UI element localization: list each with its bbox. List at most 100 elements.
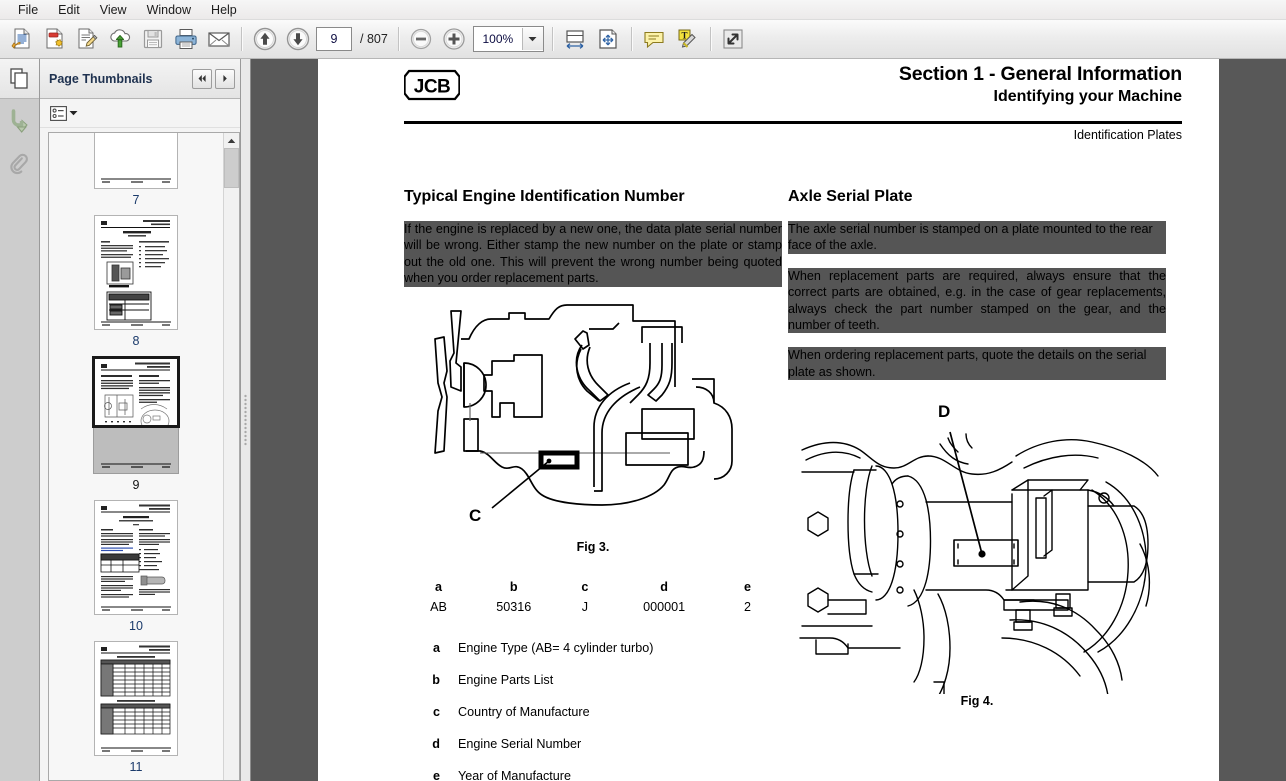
page-thumbnails-scroll-area[interactable]: 7 8 9 10 11: [48, 132, 240, 781]
current-page-input[interactable]: 9: [316, 27, 352, 51]
upload-document-button[interactable]: [103, 23, 136, 56]
email-document-button[interactable]: [202, 23, 235, 56]
figure-4-callout-d: D: [938, 402, 951, 422]
options-list-icon: [50, 105, 67, 121]
envelope-mail-icon: [207, 32, 230, 47]
chevron-down-icon: [528, 37, 537, 42]
list-item: d Engine Serial Number: [404, 736, 782, 752]
zoom-level-dropdown-button[interactable]: [521, 28, 543, 50]
thumbnail-selection-band[interactable]: [93, 428, 179, 474]
engine-diagram-illustration: [434, 303, 733, 509]
figure-3: C Fig 3.: [404, 301, 782, 554]
highlight-text-icon: T: [678, 29, 697, 48]
double-chevron-left-icon: [198, 75, 206, 82]
previous-page-button[interactable]: [248, 23, 281, 56]
total-pages-label: / 807: [360, 32, 388, 46]
undo-arrow-icon: [11, 109, 28, 133]
axle-paragraph-2: When replacement parts are required, alw…: [788, 267, 1166, 334]
pdf-page: JCB Section 1 - General Information Iden…: [318, 59, 1219, 781]
page-title: Section 1 - General Information: [898, 63, 1182, 85]
page-separator: /: [360, 32, 364, 46]
thumbnail-page-preview: [95, 359, 177, 425]
key-description: Engine Parts List: [458, 672, 554, 687]
document-viewport[interactable]: JCB Section 1 - General Information Iden…: [251, 59, 1286, 781]
highlight-text-button[interactable]: T: [671, 23, 704, 56]
zoom-in-button[interactable]: [438, 23, 471, 56]
list-item: a Engine Type (AB= 4 cylinder turbo): [404, 640, 782, 656]
figure-4-caption: Fig 4.: [960, 694, 994, 709]
page-thumbnails-options-bar: [40, 99, 240, 128]
thumbnail-options-button[interactable]: [48, 104, 80, 123]
list-item[interactable]: 9: [49, 356, 223, 500]
thumbnail-page-number: 7: [132, 193, 140, 207]
thumbnails-vertical-scrollbar[interactable]: [223, 133, 239, 780]
printer-icon: [174, 29, 197, 49]
thumbnail-page-image[interactable]: [94, 133, 178, 189]
zoom-out-button[interactable]: [405, 23, 438, 56]
menu-edit[interactable]: Edit: [48, 2, 90, 18]
thumbnail-page-preview-lower: [101, 463, 171, 468]
code-value-a: AB: [430, 599, 447, 614]
save-document-button[interactable]: [136, 23, 169, 56]
code-value-e: 2: [743, 599, 751, 614]
axle-paragraph-1: The axle serial number is stamped on a p…: [788, 221, 1166, 254]
edit-document-button[interactable]: [70, 23, 103, 56]
panel-splitter[interactable]: [241, 59, 251, 781]
thumbnail-page-image[interactable]: [94, 500, 178, 615]
thumbnail-page-image[interactable]: [94, 215, 178, 330]
workspace: Page Thumbnails 7 8 9 10 11 JCB Section …: [0, 59, 1286, 781]
toolbar-separator-3: [551, 27, 553, 51]
document-close-icon: [46, 28, 63, 49]
section-heading-axle: Axle Serial Plate: [788, 188, 913, 205]
list-item[interactable]: 11: [49, 641, 223, 780]
figure-3-caption: Fig 3.: [576, 539, 610, 554]
thumbnail-page-number: 8: [132, 334, 140, 348]
arrow-down-circle-icon: [286, 27, 309, 51]
add-sticky-note-button[interactable]: [638, 23, 671, 56]
figure-3-callout-c: C: [469, 505, 482, 525]
zoom-level-select[interactable]: 100%: [472, 26, 544, 52]
list-item[interactable]: 10: [49, 500, 223, 641]
sidebar-item-bookmarks[interactable]: [0, 99, 39, 143]
key-letter: a: [432, 640, 440, 655]
axle-diagram-illustration: [799, 432, 1159, 707]
engine-number-key-list: a Engine Type (AB= 4 cylinder turbo) b E…: [404, 640, 782, 781]
key-description: Country of Manufacture: [458, 704, 590, 719]
scroll-up-button[interactable]: [224, 133, 239, 148]
menu-file[interactable]: File: [8, 2, 48, 18]
menu-view[interactable]: View: [90, 2, 137, 18]
scroll-up-chevron-icon: [227, 138, 236, 143]
fit-page-button[interactable]: [592, 23, 625, 56]
code-header-a: a: [435, 579, 443, 594]
code-header-e: e: [743, 579, 751, 594]
fullscreen-button[interactable]: [717, 23, 750, 56]
menu-window[interactable]: Window: [137, 2, 201, 18]
thumbnail-page-image-selected[interactable]: [92, 356, 180, 428]
close-document-button[interactable]: [37, 23, 70, 56]
svg-text:JCB: JCB: [414, 76, 450, 97]
toolbar-separator-1: [241, 27, 242, 51]
list-item: b Engine Parts List: [404, 672, 782, 688]
collapse-panel-button[interactable]: [192, 68, 212, 89]
expand-panel-button[interactable]: [215, 68, 235, 89]
menu-help[interactable]: Help: [201, 2, 247, 18]
list-item[interactable]: 7: [49, 133, 223, 215]
scrollbar-thumb[interactable]: [224, 148, 239, 188]
key-letter: c: [432, 704, 440, 719]
thumbnail-page-number: 11: [129, 760, 143, 774]
code-value-b: 50316: [496, 599, 532, 614]
pages-icon[interactable]: [8, 67, 32, 91]
fit-width-icon: [566, 30, 584, 49]
engine-number-table: a b c d e AB 50316 J 000001 2: [404, 576, 782, 618]
caret-down-icon: [69, 111, 78, 116]
key-description: Engine Serial Number: [458, 736, 582, 751]
thumbnail-page-preview: [95, 216, 177, 329]
sidebar-item-attachments[interactable]: [0, 143, 39, 187]
thumbnail-page-image[interactable]: [94, 641, 178, 756]
print-document-button[interactable]: [169, 23, 202, 56]
open-previous-document-button[interactable]: [4, 23, 37, 56]
list-item[interactable]: 8: [49, 215, 223, 356]
thumbnail-page-preview: [95, 501, 177, 614]
fit-width-button[interactable]: [559, 23, 592, 56]
next-page-button[interactable]: [281, 23, 314, 56]
